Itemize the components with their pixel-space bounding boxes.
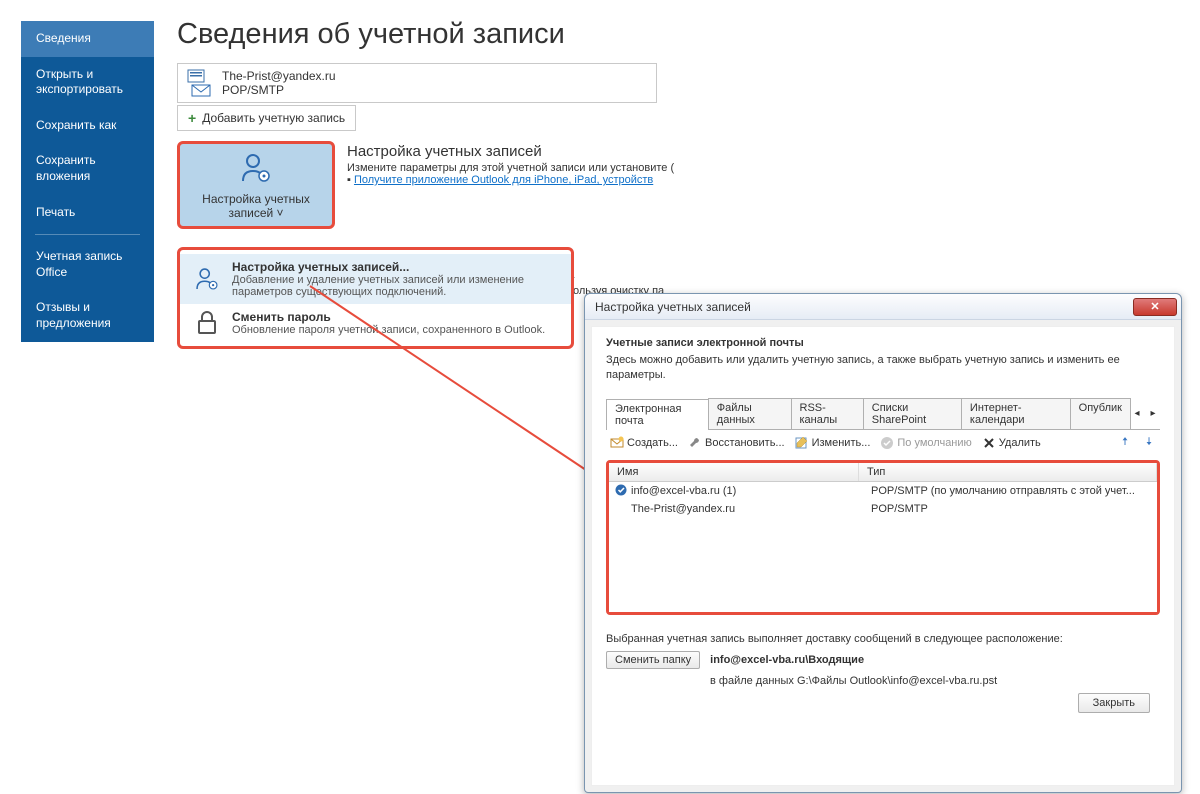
move-up-icon[interactable]: 🠅 <box>1118 436 1132 450</box>
dialog-header: Учетные записи электронной почты <box>606 337 1160 349</box>
delete-icon <box>982 436 996 450</box>
sidebar-item-print[interactable]: Печать <box>21 195 154 231</box>
move-down-icon[interactable]: 🠇 <box>1142 436 1156 450</box>
mail-account-icon <box>186 68 216 98</box>
tab-rss[interactable]: RSS-каналы <box>791 398 864 429</box>
account-settings-label: Настройка учетных записей <box>186 192 326 220</box>
sidebar-divider <box>35 234 140 235</box>
toolbar-create-button[interactable]: Создать... <box>610 436 678 450</box>
account-name-cell: The-Prist@yandex.ru <box>629 503 871 515</box>
toolbar-repair-button[interactable]: Восстановить... <box>688 436 785 450</box>
dialog-titlebar[interactable]: Настройка учетных записей ✕ <box>585 294 1181 320</box>
plus-icon: + <box>188 110 196 126</box>
dialog-title: Настройка учетных записей <box>595 300 751 314</box>
tab-scroll-left-icon[interactable]: ◂ <box>1130 406 1144 420</box>
section-desc: Измените параметры для этой учетной запи… <box>347 162 674 174</box>
accounts-toolbar: Создать... Восстановить... Изменить... П… <box>606 430 1160 456</box>
tab-internet-calendars[interactable]: Интернет-календари <box>961 398 1071 429</box>
dropdown-item-desc: Обновление пароля учетной записи, сохран… <box>232 324 545 336</box>
delivery-path: info@excel-vba.ru\Входящие <box>710 654 864 666</box>
edit-icon <box>795 436 809 450</box>
add-account-label: Добавить учетную запись <box>202 111 345 125</box>
tab-published[interactable]: Опублик <box>1070 398 1131 429</box>
check-circle-icon <box>880 436 894 450</box>
close-icon[interactable]: ✕ <box>1133 298 1177 316</box>
sidebar-item-info[interactable]: Сведения <box>21 21 154 57</box>
default-account-icon <box>613 484 629 499</box>
sidebar-item-office-account[interactable]: Учетная запись Office <box>21 239 154 290</box>
dialog-subtext: Здесь можно добавить или удалить учетную… <box>606 353 1160 384</box>
dialog-tabs: Электронная почта Файлы данных RSS-канал… <box>606 398 1160 430</box>
toolbar-edit-label: Изменить... <box>812 437 871 449</box>
account-type-cell: POP/SMTP <box>871 503 1153 515</box>
account-name-cell: info@excel-vba.ru (1) <box>629 485 871 497</box>
sidebar-item-feedback[interactable]: Отзывы и предложения <box>21 290 154 341</box>
toolbar-create-label: Создать... <box>627 437 678 449</box>
toolbar-edit-button[interactable]: Изменить... <box>795 436 871 450</box>
tab-sharepoint[interactable]: Списки SharePoint <box>863 398 962 429</box>
dropdown-item-account-settings[interactable]: Настройка учетных записей... Добавление … <box>180 254 571 304</box>
dropdown-item-change-password[interactable]: Сменить пароль Обновление пароля учетной… <box>180 304 571 342</box>
column-name[interactable]: Имя <box>609 463 859 481</box>
tab-email[interactable]: Электронная почта <box>606 399 709 430</box>
dropdown-item-title: Сменить пароль <box>232 310 331 324</box>
sidebar-item-save-as[interactable]: Сохранить как <box>21 108 154 144</box>
account-protocol: POP/SMTP <box>222 83 336 97</box>
column-type[interactable]: Тип <box>859 463 1157 481</box>
toolbar-default-button: По умолчанию <box>880 436 971 450</box>
account-settings-dropdown: Настройка учетных записей... Добавление … <box>177 247 574 349</box>
account-settings-button[interactable]: Настройка учетных записей <box>177 141 335 229</box>
delivery-location: Выбранная учетная запись выполняет доста… <box>606 633 1160 687</box>
wrench-icon <box>688 436 702 450</box>
section-title: Настройка учетных записей <box>347 143 674 160</box>
table-row[interactable]: info@excel-vba.ru (1) POP/SMTP (по умолч… <box>609 482 1157 501</box>
account-email: The-Prist@yandex.ru <box>222 69 336 83</box>
toolbar-delete-label: Удалить <box>999 437 1041 449</box>
toolbar-delete-button[interactable]: Удалить <box>982 436 1041 450</box>
account-settings-dialog: Настройка учетных записей ✕ Учетные запи… <box>584 293 1182 793</box>
change-folder-button[interactable]: Сменить папку <box>606 651 700 669</box>
delivery-text: Выбранная учетная запись выполняет доста… <box>606 633 1160 645</box>
account-type-cell: POP/SMTP (по умолчанию отправлять с этой… <box>871 485 1153 497</box>
tab-data-files[interactable]: Файлы данных <box>708 398 792 429</box>
current-account-box[interactable]: The-Prist@yandex.ru POP/SMTP <box>177 63 657 103</box>
delivery-file: в файле данных G:\Файлы Outlook\info@exc… <box>710 675 997 687</box>
accounts-table: Имя Тип info@excel-vba.ru (1) POP/SMTP (… <box>606 460 1160 615</box>
sidebar-item-save-attachments[interactable]: Сохранить вложения <box>21 143 154 194</box>
page-title: Сведения об учетной записи <box>177 18 687 51</box>
tab-scroll-right-icon[interactable]: ▸ <box>1146 406 1160 420</box>
sidebar-item-open-export[interactable]: Открыть и экспортировать <box>21 57 154 108</box>
toolbar-repair-label: Восстановить... <box>705 437 785 449</box>
dropdown-item-title: Настройка учетных записей... <box>232 260 409 274</box>
user-gear-icon <box>239 151 273 188</box>
toolbar-default-label: По умолчанию <box>897 437 971 449</box>
account-settings-description: Настройка учетных записей Измените парам… <box>347 141 674 229</box>
new-mail-icon <box>610 436 624 450</box>
add-account-button[interactable]: + Добавить учетную запись <box>177 105 356 131</box>
outlook-app-link[interactable]: Получите приложение Outlook для iPhone, … <box>354 174 653 186</box>
user-gear-icon <box>192 260 222 298</box>
dropdown-item-desc: Добавление и удаление учетных записей ил… <box>232 274 559 298</box>
lock-icon <box>192 310 222 336</box>
dialog-close-button[interactable]: Закрыть <box>1078 693 1150 713</box>
table-row[interactable]: The-Prist@yandex.ru POP/SMTP <box>609 501 1157 517</box>
backstage-sidebar: Сведения Открыть и экспортировать Сохран… <box>21 21 154 342</box>
backstage-main: Сведения об учетной записи The-Prist@yan… <box>177 18 687 229</box>
